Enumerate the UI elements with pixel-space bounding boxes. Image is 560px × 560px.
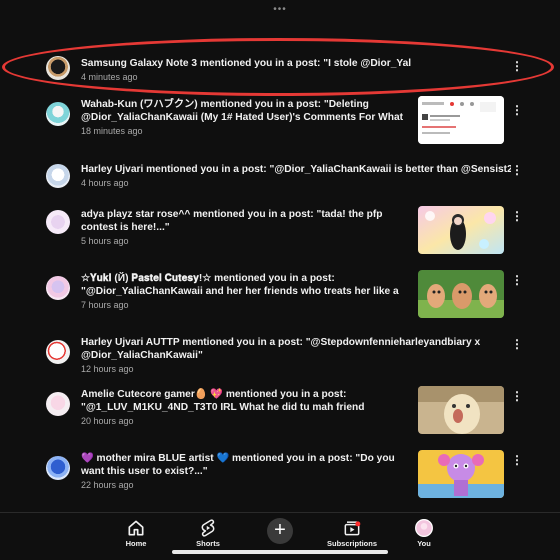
avatar[interactable] — [46, 276, 70, 300]
notification-message: Wahab-Kun (ワハブクン) mentioned you in a pos… — [81, 99, 404, 123]
notification-time: 20 hours ago — [81, 416, 134, 426]
nav-home-label: Home — [125, 539, 147, 548]
notification-time: 7 hours ago — [81, 300, 129, 310]
home-indicator[interactable] — [172, 550, 388, 554]
nav-shorts[interactable]: Shorts — [178, 518, 238, 548]
more-vert-icon[interactable]: ⋮ — [511, 272, 523, 288]
nav-subscriptions-label: Subscriptions — [326, 539, 377, 548]
notification-time: 12 hours ago — [81, 364, 134, 374]
more-vert-icon[interactable]: ⋮ — [511, 162, 523, 178]
home-icon — [128, 520, 144, 536]
notification-message: adya playz star rose^^ mentioned you in … — [81, 209, 383, 233]
nav-subscriptions[interactable]: Subscriptions — [322, 518, 382, 548]
notification-item[interactable]: Amelie Cutecore gamer🥚 💖 mentioned you i… — [0, 386, 560, 456]
avatar[interactable] — [46, 102, 70, 126]
notification-message: Harley Ujvari AUTTP mentioned you in a p… — [81, 337, 481, 361]
you-avatar-icon — [415, 519, 433, 537]
more-vert-icon[interactable]: ⋮ — [511, 208, 523, 224]
create-button[interactable]: + — [267, 518, 293, 544]
post-thumbnail[interactable] — [418, 206, 504, 254]
notification-time: 4 minutes ago — [81, 72, 138, 82]
notification-time: 4 hours ago — [81, 178, 129, 188]
subscriptions-icon — [344, 521, 361, 536]
nav-you-label: You — [417, 539, 431, 548]
notification-time: 18 minutes ago — [81, 126, 143, 136]
avatar[interactable] — [46, 456, 70, 480]
notification-message: Samsung Galaxy Note 3 mentioned you in a… — [81, 58, 411, 69]
nav-you[interactable]: You — [394, 518, 454, 548]
notification-message: Harley Ujvari mentioned you in a post: "… — [81, 164, 511, 175]
more-vert-icon[interactable]: ⋮ — [511, 58, 523, 74]
more-vert-icon[interactable]: ⋮ — [511, 388, 523, 404]
notification-item[interactable]: Wahab-Kun (ワハブクン) mentioned you in a pos… — [0, 96, 560, 166]
avatar[interactable] — [46, 392, 70, 416]
notification-item[interactable]: adya playz star rose^^ mentioned you in … — [0, 206, 560, 276]
shorts-icon — [201, 519, 215, 537]
avatar[interactable] — [46, 56, 70, 80]
post-thumbnail[interactable] — [418, 270, 504, 318]
more-vert-icon[interactable]: ⋮ — [511, 336, 523, 352]
avatar[interactable] — [46, 210, 70, 234]
drag-handle[interactable]: ••• — [0, 4, 560, 15]
notification-message: ☆𝐘𝐮𝐤𝐢 (Й) 𝐏𝐚𝐬𝐭𝐞𝐥 𝐂𝐮𝐭𝐞𝐬𝐲!☆ mentioned you … — [81, 273, 399, 297]
notification-time: 22 hours ago — [81, 480, 134, 490]
post-thumbnail[interactable] — [418, 96, 504, 144]
post-thumbnail[interactable] — [418, 450, 504, 498]
avatar[interactable] — [46, 340, 70, 364]
notification-time: 5 hours ago — [81, 236, 129, 246]
notification-item[interactable]: ☆𝐘𝐮𝐤𝐢 (Й) 𝐏𝐚𝐬𝐭𝐞𝐥 𝐂𝐮𝐭𝐞𝐬𝐲!☆ mentioned you … — [0, 270, 560, 340]
more-vert-icon[interactable]: ⋮ — [511, 452, 523, 468]
avatar[interactable] — [46, 164, 70, 188]
plus-icon: + — [274, 519, 286, 541]
nav-home[interactable]: Home — [106, 518, 166, 548]
notification-item[interactable]: 💜 mother mira BLUE artist 💙 mentioned yo… — [0, 450, 560, 520]
post-thumbnail[interactable] — [418, 386, 504, 434]
nav-shorts-label: Shorts — [196, 539, 220, 548]
more-vert-icon[interactable]: ⋮ — [511, 102, 523, 118]
notification-message: Amelie Cutecore gamer🥚 💖 mentioned you i… — [81, 389, 365, 413]
divider — [0, 512, 560, 513]
notification-message: 💜 mother mira BLUE artist 💙 mentioned yo… — [81, 453, 395, 477]
